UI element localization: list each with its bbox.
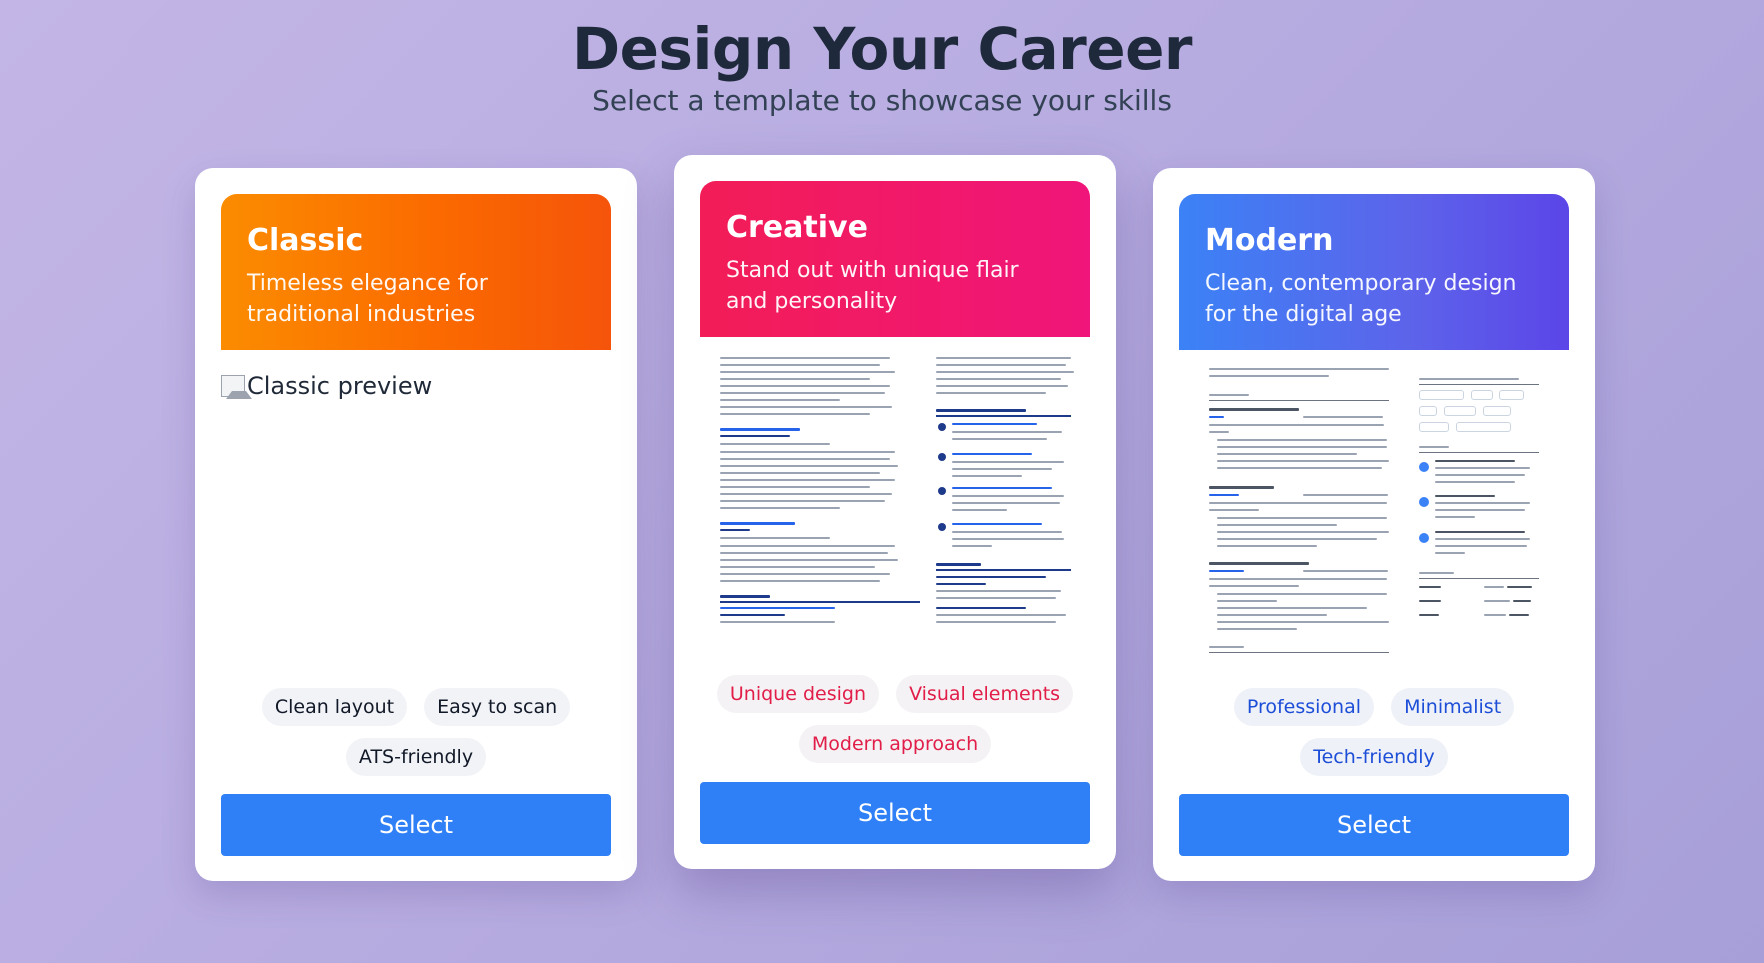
- feature-tags: Clean layout Easy to scan ATS-friendly: [195, 688, 637, 788]
- select-modern-button[interactable]: Select: [1179, 794, 1569, 856]
- feature-tag: Professional: [1233, 688, 1375, 726]
- template-title: Modern: [1205, 223, 1334, 258]
- preview-alt-text: Classic preview: [247, 372, 433, 400]
- template-banner-creative: Creative Stand out with unique flair and…: [700, 181, 1090, 337]
- feature-tag: Visual elements: [896, 675, 1074, 713]
- template-preview-creative: [700, 337, 1090, 647]
- template-title: Creative: [726, 210, 868, 245]
- template-card-creative[interactable]: Creative Stand out with unique flair and…: [674, 155, 1116, 869]
- template-card-modern[interactable]: Modern Clean, contemporary design for th…: [1153, 168, 1595, 881]
- template-description: Clean, contemporary design for the digit…: [1205, 271, 1517, 327]
- broken-image: Classic preview: [221, 372, 611, 400]
- feature-tag: Unique design: [716, 675, 879, 713]
- feature-tag: Clean layout: [261, 688, 408, 726]
- broken-image-icon: [221, 375, 252, 399]
- template-banner-classic: Classic Timeless elegance for traditiona…: [221, 194, 611, 350]
- select-classic-button[interactable]: Select: [221, 794, 611, 856]
- feature-tag: Tech-friendly: [1300, 738, 1448, 776]
- feature-tag: Modern approach: [798, 725, 992, 763]
- resume-thumbnail: [700, 337, 1090, 647]
- template-description: Timeless elegance for traditional indust…: [247, 271, 488, 327]
- feature-tags: Unique design Visual elements Modern app…: [674, 675, 1116, 775]
- page-subtitle: Select a template to showcase your skill…: [592, 84, 1172, 117]
- template-description: Stand out with unique flair and personal…: [726, 258, 1019, 314]
- template-title: Classic: [247, 223, 364, 258]
- page-title: Design Your Career: [571, 15, 1193, 83]
- template-preview-modern: [1179, 350, 1569, 660]
- template-preview-classic: Classic preview: [221, 350, 611, 660]
- template-card-classic[interactable]: Classic Timeless elegance for traditiona…: [195, 168, 637, 881]
- resume-thumbnail: [1179, 350, 1569, 660]
- select-creative-button[interactable]: Select: [700, 782, 1090, 844]
- template-banner-modern: Modern Clean, contemporary design for th…: [1179, 194, 1569, 350]
- page-header: Design Your Career Select a template to …: [0, 0, 1764, 118]
- feature-tag: Easy to scan: [424, 688, 571, 726]
- feature-tags: Professional Minimalist Tech-friendly: [1153, 688, 1595, 788]
- feature-tag: ATS-friendly: [345, 738, 487, 776]
- feature-tag: Minimalist: [1391, 688, 1515, 726]
